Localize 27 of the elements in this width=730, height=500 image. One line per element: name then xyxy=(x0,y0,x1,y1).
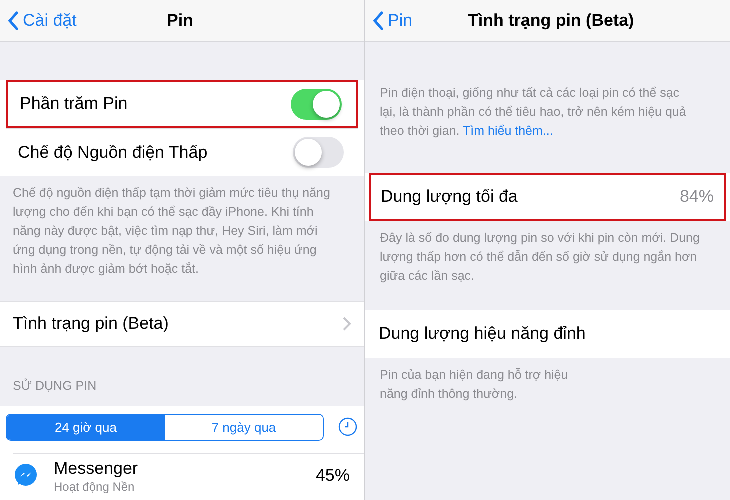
chevron-left-icon xyxy=(8,10,19,30)
toggle-switch[interactable] xyxy=(293,137,344,168)
note-text: Đây là số đo dung lượng pin so với khi pin còn mới. Dung lượng thấp hơn có thể dẫn đến số giờ sử dụng ngắn hơn giữa các lần sạc. xyxy=(379,230,701,285)
nav-title: Pin xyxy=(167,10,194,32)
chevron-right-icon xyxy=(343,317,351,331)
toggle-switch[interactable] xyxy=(291,88,342,120)
usage-percent: 45% xyxy=(316,465,350,487)
section-header: SỬ DỤNG PIN xyxy=(12,378,98,395)
chat-bubble-icon xyxy=(13,462,39,489)
intro-text: Pin điện thoại, giống như tất cả các loại pin có thể sạc lại, là thành phần có thể tiêu hao, trở nên kém hiệu quả theo thời gian. Tìm hiểu thêm... xyxy=(379,85,688,140)
nav-title: Tình trạng pin (Beta) xyxy=(468,10,634,32)
back-button[interactable]: Cài đặt xyxy=(0,8,77,34)
clock-icon[interactable] xyxy=(338,417,358,438)
segment-tab[interactable]: 24 giờ qua xyxy=(7,414,165,440)
row-value: 84% xyxy=(680,186,714,208)
toggle-label: Phần trăm Pin xyxy=(20,93,128,116)
toggle-label: Chế độ Nguồn điện Thấp xyxy=(18,142,208,164)
learn-more-link[interactable]: Tìm hiểu thêm... xyxy=(463,124,554,138)
row-label: Dung lượng tối đa xyxy=(381,186,518,208)
note-text: Pin của bạn hiện đang hỗ trợ hiệu năng đỉnh thông thường. xyxy=(379,367,570,403)
chevron-left-icon xyxy=(373,10,384,30)
list-row[interactable]: Tình trạng pin (Beta) xyxy=(0,301,364,347)
app-detail: Hoạt động Nền xyxy=(54,480,136,494)
description-text: Chế độ nguồn điện thấp tạm thời giảm mức tiêu thụ năng lượng cho đến khi bạn có thể sạc đầy iPhone. Khi tính năng này được bật, việc tìm nạp thư, Hey Siri, làm mới ứng dụng trong nền, tự động tải về và một số hiệu ứng hình ảnh được giảm bớt hoặc tắt. xyxy=(12,185,332,278)
row-label: Dung lượng hiệu năng đỉnh xyxy=(379,323,586,346)
app-name: Messenger xyxy=(54,458,140,480)
back-button[interactable]: Pin xyxy=(365,8,413,34)
